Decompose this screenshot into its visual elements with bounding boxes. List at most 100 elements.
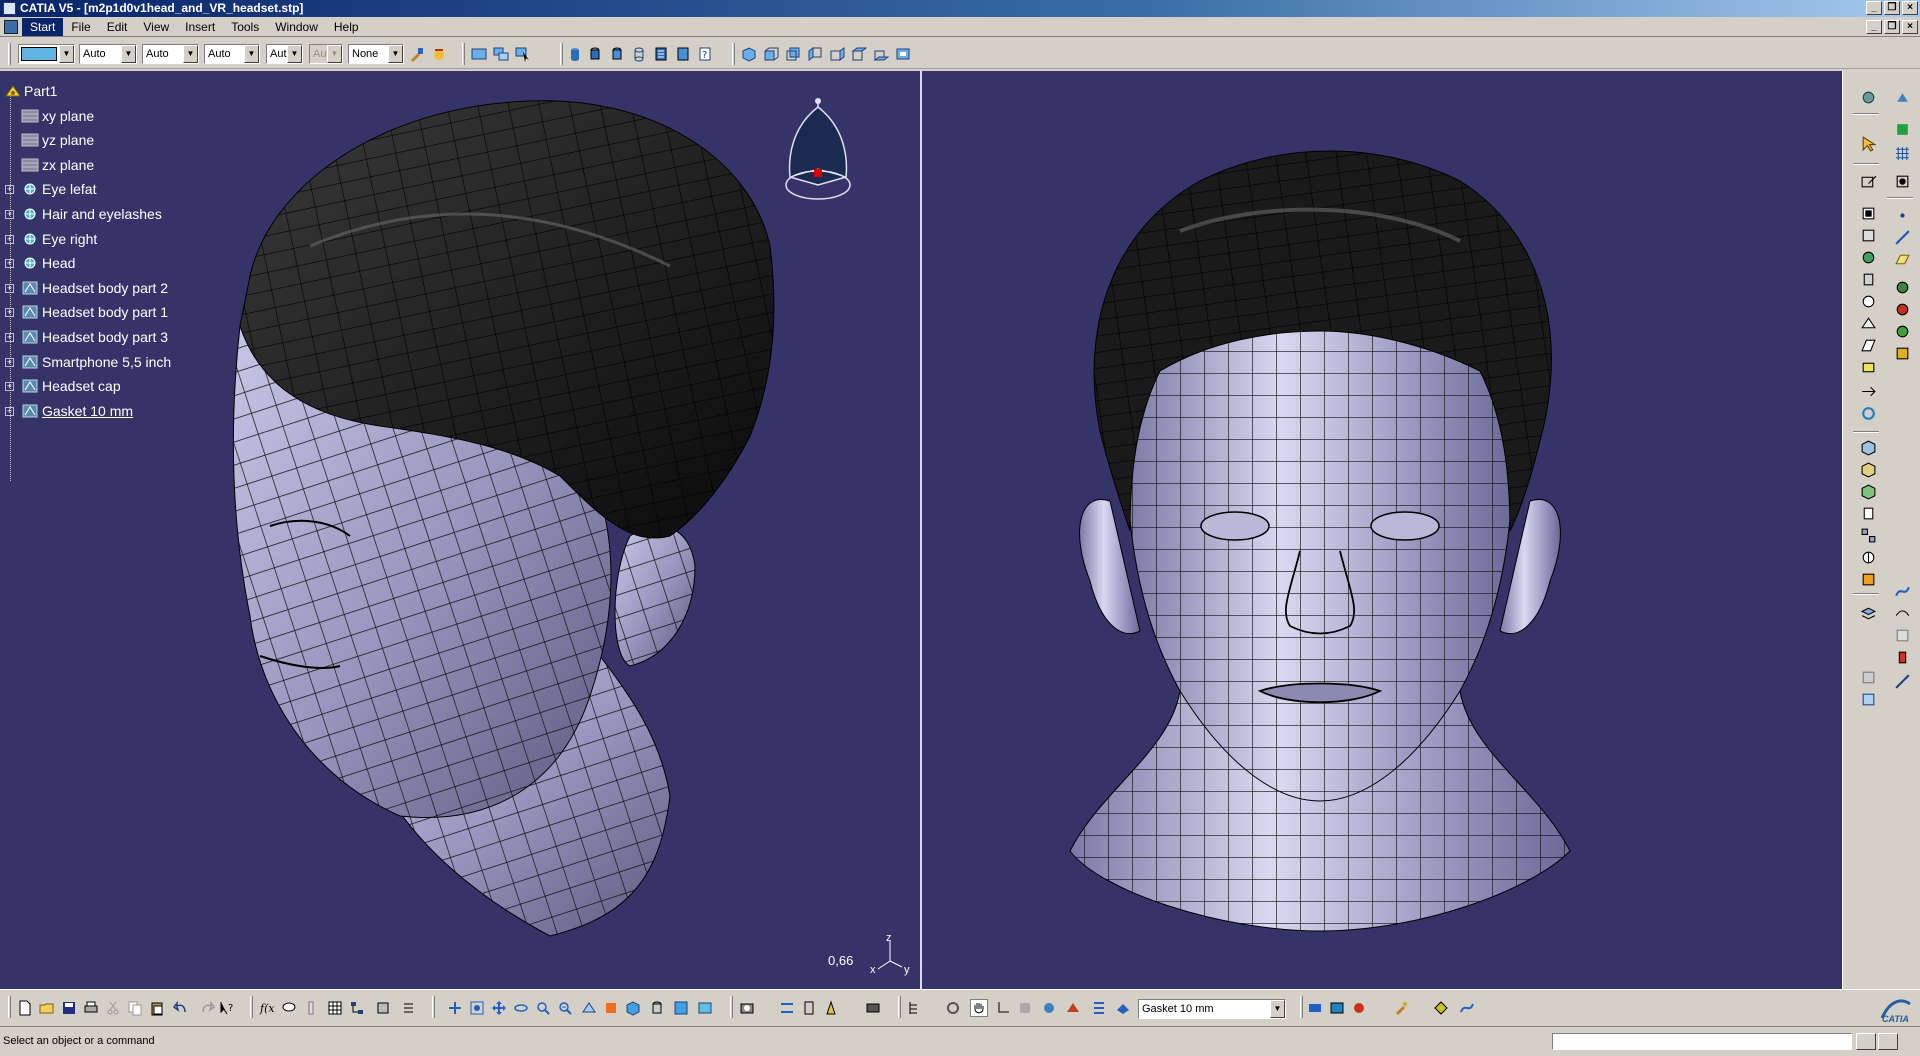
normal-view-icon[interactable] bbox=[580, 999, 598, 1017]
extrude-icon[interactable] bbox=[1857, 203, 1879, 223]
tree-node-hair-and-eyelashes[interactable]: + Hair and eyelashes bbox=[4, 202, 171, 227]
symmetry-icon[interactable] bbox=[1857, 547, 1879, 567]
menu-file[interactable]: File bbox=[63, 18, 98, 36]
layer-combo[interactable]: Aut ▼ bbox=[266, 44, 303, 64]
head-model-front[interactable] bbox=[1060, 131, 1580, 951]
revolve-icon[interactable] bbox=[1857, 225, 1879, 245]
fit-all-icon[interactable] bbox=[468, 999, 486, 1017]
command-input[interactable] bbox=[1552, 1033, 1852, 1050]
tree-node-smartphone-5-5-inch[interactable]: + Smartphone 5,5 inch bbox=[4, 350, 171, 375]
table-icon[interactable] bbox=[326, 999, 344, 1017]
tree-node-headset-body-part-1[interactable]: + Headset body part 1 bbox=[4, 300, 171, 325]
whats-this-icon[interactable]: ? bbox=[218, 999, 236, 1017]
view-mode-icon[interactable] bbox=[648, 999, 666, 1017]
left-view-icon[interactable] bbox=[806, 45, 824, 63]
sketcher-tools-icon[interactable] bbox=[1857, 87, 1879, 107]
measure-item-icon[interactable] bbox=[822, 999, 840, 1017]
toolbar-grip[interactable] bbox=[8, 43, 11, 65]
surface-icon[interactable] bbox=[1891, 625, 1913, 645]
expand-icon[interactable]: + bbox=[5, 283, 14, 293]
box-icon[interactable] bbox=[1857, 437, 1879, 457]
paste-icon[interactable] bbox=[148, 999, 166, 1017]
restore-button[interactable]: ❐ bbox=[1884, 1, 1900, 15]
undo-icon[interactable] bbox=[172, 999, 190, 1017]
capture-icon[interactable] bbox=[738, 999, 756, 1017]
apply-material-icon[interactable] bbox=[1350, 999, 1368, 1017]
instantiate-icon[interactable] bbox=[1857, 689, 1879, 709]
help-icon[interactable]: ? bbox=[696, 45, 714, 63]
multisection-icon[interactable] bbox=[1857, 357, 1879, 377]
sketch-icon[interactable] bbox=[1857, 171, 1879, 191]
tree-node-headset-cap[interactable]: + Headset cap bbox=[4, 374, 171, 399]
comment-icon[interactable] bbox=[280, 999, 298, 1017]
menu-view[interactable]: View bbox=[135, 18, 177, 36]
knowledge-advisor-icon[interactable] bbox=[1064, 999, 1082, 1017]
rotate-icon[interactable] bbox=[1857, 403, 1879, 423]
front-view-icon[interactable] bbox=[762, 45, 780, 63]
fit-all-in-icon[interactable] bbox=[470, 45, 488, 63]
head-model-isometric[interactable] bbox=[230, 96, 820, 946]
open-file-icon[interactable] bbox=[38, 999, 56, 1017]
tree-compass-icon[interactable] bbox=[906, 999, 924, 1017]
refresh-icon[interactable] bbox=[944, 999, 962, 1017]
command-repeat-button[interactable] bbox=[1878, 1033, 1898, 1050]
cylinder-icon[interactable] bbox=[566, 45, 584, 63]
expand-icon[interactable]: + bbox=[5, 357, 14, 367]
expand-icon[interactable]: + bbox=[5, 332, 14, 342]
toolbar-grip[interactable] bbox=[462, 43, 465, 65]
point-tool-icon[interactable] bbox=[1891, 205, 1913, 225]
cube-icon[interactable] bbox=[1857, 459, 1879, 479]
part-body-icon[interactable] bbox=[374, 999, 392, 1017]
offset-icon[interactable] bbox=[1857, 291, 1879, 311]
trim-icon[interactable] bbox=[1891, 321, 1913, 341]
tree-node-gasket-10-mm[interactable]: + Gasket 10 mm bbox=[4, 399, 171, 424]
tree-node-eye-lefat[interactable]: + Eye lefat bbox=[4, 177, 171, 202]
doc-close-button[interactable]: × bbox=[1902, 20, 1918, 34]
expand-icon[interactable]: + bbox=[5, 234, 14, 244]
work-on-support-icon[interactable] bbox=[1114, 999, 1132, 1017]
translate-icon[interactable] bbox=[1857, 381, 1879, 401]
menu-start[interactable]: Start bbox=[22, 17, 64, 36]
zoom-in-icon[interactable] bbox=[534, 999, 552, 1017]
geometry-set-icon[interactable] bbox=[400, 999, 418, 1017]
plane-tool-icon[interactable] bbox=[1891, 249, 1913, 269]
painter-icon[interactable] bbox=[408, 45, 426, 63]
formula-icon[interactable]: f(x) bbox=[258, 999, 276, 1017]
wireframe-icon[interactable] bbox=[630, 45, 648, 63]
fly-mode-icon[interactable] bbox=[446, 999, 464, 1017]
expand-icon[interactable]: + bbox=[5, 382, 14, 392]
cylinder-surface-icon[interactable] bbox=[1857, 269, 1879, 289]
toolbar-grip[interactable] bbox=[560, 43, 563, 65]
macro-icon[interactable] bbox=[1392, 999, 1410, 1017]
expand-icon[interactable]: + bbox=[5, 209, 14, 219]
expand-icon[interactable]: + bbox=[5, 259, 14, 269]
cylinder-shape-icon[interactable] bbox=[1857, 503, 1879, 523]
fill-icon[interactable] bbox=[430, 45, 448, 63]
measure-icon[interactable] bbox=[1891, 671, 1913, 691]
tree-node-eye-right[interactable]: + Eye right bbox=[4, 227, 171, 252]
doc-minimize-button[interactable]: _ bbox=[1866, 20, 1882, 34]
named-views-icon[interactable] bbox=[894, 45, 912, 63]
iso-view-icon[interactable] bbox=[740, 45, 758, 63]
line-tool-icon[interactable] bbox=[1891, 227, 1913, 247]
bottom-view-icon[interactable] bbox=[872, 45, 890, 63]
tree-node-xy-plane[interactable]: xy plane bbox=[4, 104, 171, 129]
cut-icon[interactable] bbox=[104, 999, 122, 1017]
fill-surface-icon[interactable] bbox=[1857, 335, 1879, 355]
expand-icon[interactable]: + bbox=[5, 406, 14, 416]
photo-studio-icon[interactable] bbox=[864, 999, 882, 1017]
tree-node-zx-plane[interactable]: zx plane bbox=[4, 153, 171, 178]
point-icon[interactable] bbox=[1891, 87, 1913, 107]
sphere-icon[interactable] bbox=[1857, 247, 1879, 267]
connect-curve-icon[interactable] bbox=[1891, 603, 1913, 623]
menu-edit[interactable]: Edit bbox=[99, 18, 136, 36]
right-view-icon[interactable] bbox=[828, 45, 846, 63]
material-icon[interactable] bbox=[674, 45, 692, 63]
boundary-icon[interactable] bbox=[1891, 343, 1913, 363]
rotate-view-icon[interactable] bbox=[512, 999, 530, 1017]
toolbar-grip[interactable] bbox=[732, 43, 735, 65]
menu-window[interactable]: Window bbox=[267, 18, 326, 36]
pull-in-icon[interactable] bbox=[778, 999, 796, 1017]
doc-restore-button[interactable]: ❐ bbox=[1884, 20, 1900, 34]
multi-view-icon[interactable] bbox=[602, 999, 620, 1017]
